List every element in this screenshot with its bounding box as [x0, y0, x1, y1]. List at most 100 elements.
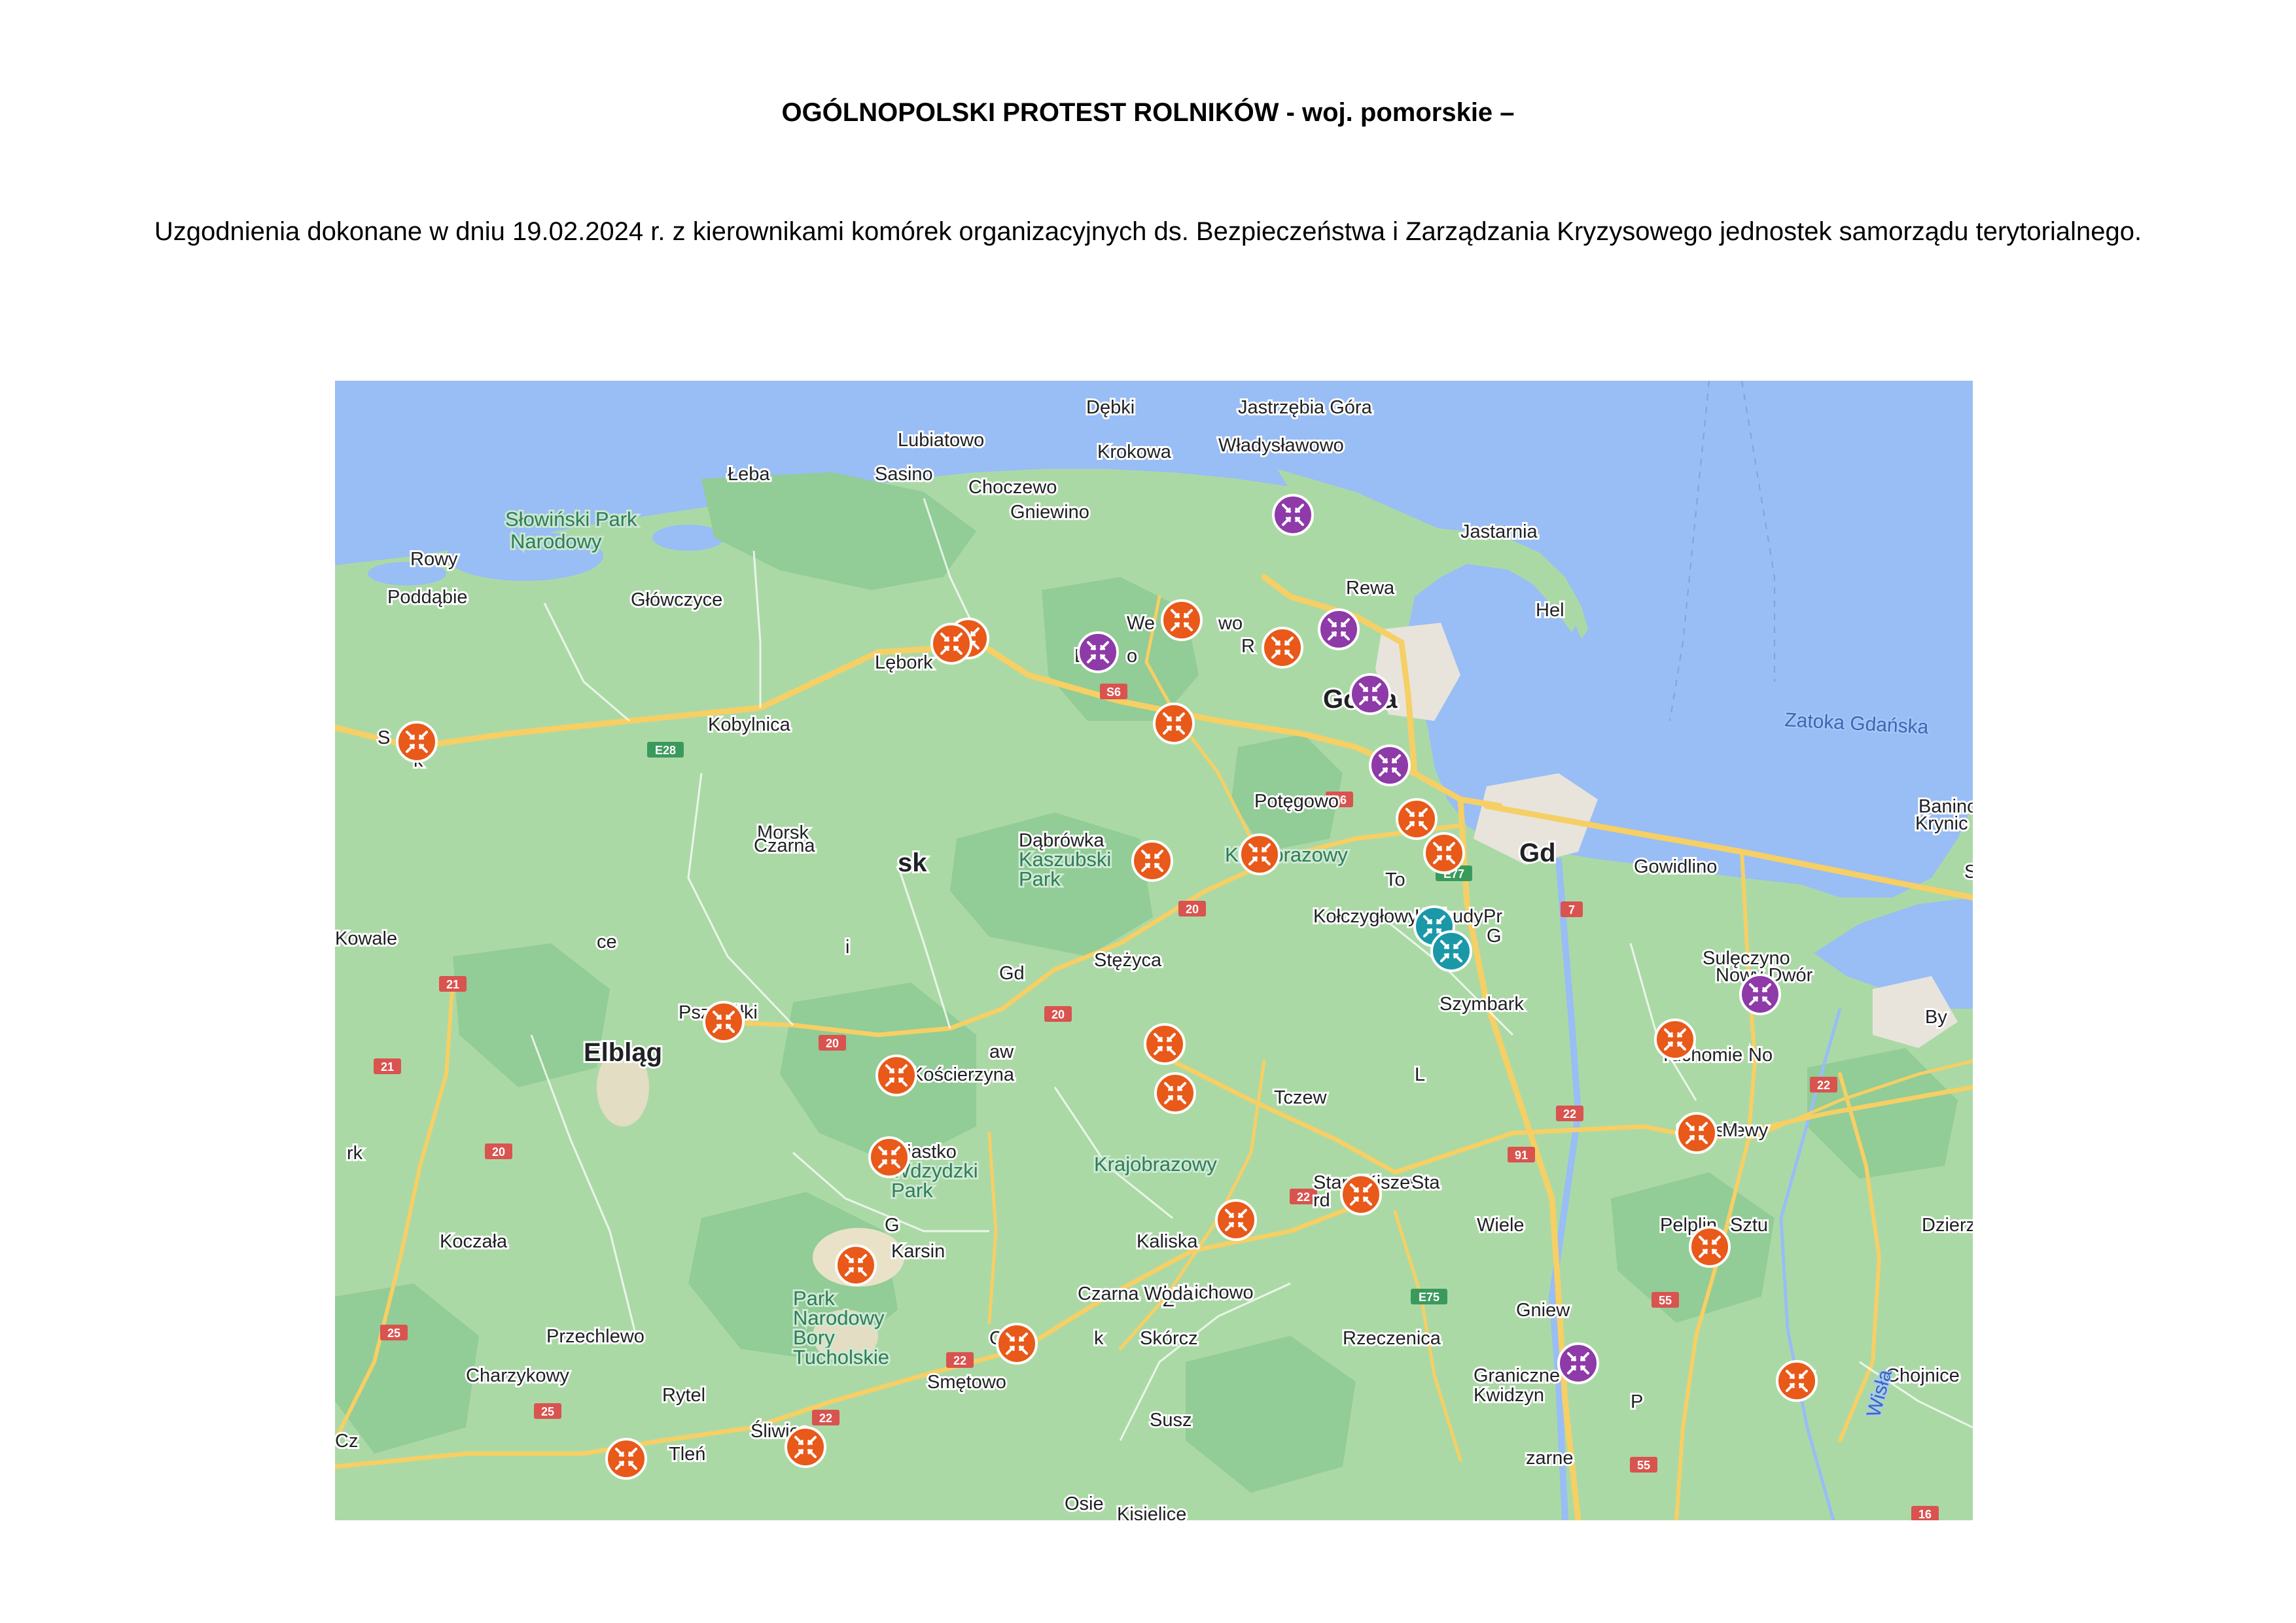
protest-marker-purple[interactable] [1272, 494, 1314, 536]
place-label: Gowidlino [1634, 856, 1717, 877]
place-label: Jastarnia [1460, 521, 1538, 542]
protest-marker-orange[interactable] [1161, 599, 1203, 641]
protest-marker-orange[interactable] [1340, 1174, 1382, 1215]
protest-map[interactable]: E28 S6 S6 E77 7 20 20 20 21 21 20 22 22 91 22 E75 55 25 22… [335, 381, 1973, 1520]
protest-marker-orange[interactable] [996, 1323, 1038, 1365]
place-label: Jastrzębia Góra [1238, 397, 1373, 418]
document-title: OGÓLNOPOLSKI PROTEST ROLNIKÓW - woj. pom… [781, 98, 1515, 127]
place-label: Kaliska [1137, 1231, 1198, 1252]
protest-marker-orange[interactable] [1676, 1112, 1718, 1154]
road-shield-label: 22 [1817, 1079, 1830, 1092]
place-label: Stężyca [1094, 950, 1162, 971]
place-label: L [1415, 1064, 1425, 1085]
protest-marker-orange[interactable] [1423, 832, 1465, 874]
place-label: Dębki [1086, 397, 1135, 418]
place-label: Krynic [1915, 813, 1968, 834]
road-shield-label: 25 [387, 1327, 400, 1340]
road-shield-label: 20 [826, 1037, 839, 1050]
protest-marker-purple[interactable] [1318, 608, 1360, 650]
place-label: Choczewo [968, 477, 1057, 498]
protest-marker-orange[interactable] [1215, 1199, 1257, 1241]
protest-marker-orange[interactable] [835, 1244, 877, 1286]
place-label: Czarna [754, 835, 815, 856]
road-shield-label: 22 [953, 1354, 966, 1367]
place-label: Hel [1536, 600, 1564, 621]
road-shield-label: 21 [381, 1060, 394, 1073]
document-subtitle: Uzgodnienia dokonane w dniu 19.02.2024 r… [154, 217, 2142, 246]
place-label: Rewa [1346, 578, 1395, 599]
road-shield-label: E75 [1419, 1291, 1439, 1304]
protest-marker-purple[interactable] [1739, 973, 1781, 1015]
protest-marker-purple[interactable] [1557, 1342, 1599, 1384]
road-shield-label: 16 [1918, 1508, 1932, 1520]
place-label: Sztu [1730, 1215, 1768, 1236]
protest-marker-orange[interactable] [396, 721, 438, 763]
place-label: Skórcz [1140, 1328, 1198, 1349]
place-label: Charzykowy [466, 1365, 569, 1386]
place-label: To [1385, 869, 1405, 890]
road-shield-label: 22 [819, 1412, 832, 1425]
place-label: G [1487, 926, 1502, 947]
protest-marker-orange[interactable] [1153, 703, 1195, 744]
place-label: ce [597, 932, 617, 952]
place-label: Park [1019, 867, 1061, 890]
place-label: Pr [1483, 906, 1502, 927]
place-label: i [845, 937, 849, 958]
road-shield-label: E28 [655, 744, 676, 757]
protest-marker-orange[interactable] [1262, 627, 1303, 669]
place-label: zarne [1526, 1448, 1574, 1469]
road-shield-label: 25 [541, 1405, 554, 1418]
place-label: k [1094, 1328, 1104, 1349]
place-label: Tleń [669, 1444, 705, 1465]
road-shield-label: 21 [446, 978, 459, 991]
protest-marker-orange[interactable] [785, 1426, 826, 1468]
protest-marker-orange[interactable] [703, 1001, 745, 1043]
place-label: Główczyce [631, 589, 722, 610]
protest-marker-orange[interactable] [1776, 1360, 1818, 1402]
road-shield-label: 20 [1186, 903, 1199, 916]
place-label: Kołczygłowy [1313, 906, 1418, 927]
place-label: Smętowo [927, 1372, 1006, 1393]
protest-marker-orange[interactable] [1131, 840, 1173, 882]
place-label: wo [1218, 613, 1243, 634]
place-label: Susz [1150, 1410, 1192, 1431]
place-label: Kościerzyna [911, 1064, 1015, 1085]
road-shield-label: 91 [1515, 1149, 1528, 1162]
protest-marker-orange[interactable] [1154, 1072, 1196, 1114]
place-label: Krokowa [1097, 442, 1172, 462]
protest-marker-orange[interactable] [605, 1438, 647, 1480]
road-shield-label: 55 [1659, 1294, 1672, 1307]
protest-marker-purple[interactable] [1349, 673, 1391, 715]
map-canvas[interactable]: E28S6S6E77720202021212022229122E75 552522… [335, 381, 1973, 1520]
protest-marker-orange[interactable] [1239, 833, 1280, 875]
protest-marker-orange[interactable] [1689, 1226, 1731, 1268]
protest-marker-orange[interactable] [1396, 798, 1438, 840]
place-label: Gd [999, 963, 1025, 984]
road-shield-label: 20 [1051, 1008, 1065, 1021]
place-label: Narodowy [510, 530, 602, 553]
place-label: S [378, 727, 390, 748]
place-label: We [1127, 613, 1155, 634]
protest-marker-orange[interactable] [930, 623, 972, 665]
place-label: o [1127, 646, 1137, 667]
place-label: Cz [335, 1431, 358, 1452]
place-label: Sta [1411, 1172, 1440, 1193]
protest-marker-orange[interactable] [875, 1055, 917, 1096]
protest-marker-orange[interactable] [868, 1136, 910, 1178]
place-label: Kowale [335, 928, 397, 949]
place-label: Karsin [891, 1241, 945, 1262]
protest-marker-purple[interactable] [1077, 631, 1119, 673]
place-label: Dzierzgoń [1922, 1215, 1973, 1236]
place-label: Tucholskie [793, 1346, 889, 1369]
protest-marker-orange[interactable] [1144, 1023, 1186, 1065]
place-label: Lubiatowo [898, 430, 984, 451]
place-label: Koczała [440, 1231, 508, 1252]
protest-marker-teal[interactable] [1430, 930, 1472, 972]
place-label: Lębork [875, 652, 933, 673]
protest-marker-purple[interactable] [1369, 744, 1411, 786]
road-shield-label: 22 [1297, 1191, 1310, 1204]
place-label: Elbląg [584, 1038, 662, 1067]
place-label: By [1925, 1007, 1947, 1028]
place-label: Krajobrazowy [1094, 1153, 1217, 1176]
protest-marker-orange[interactable] [1654, 1019, 1696, 1060]
